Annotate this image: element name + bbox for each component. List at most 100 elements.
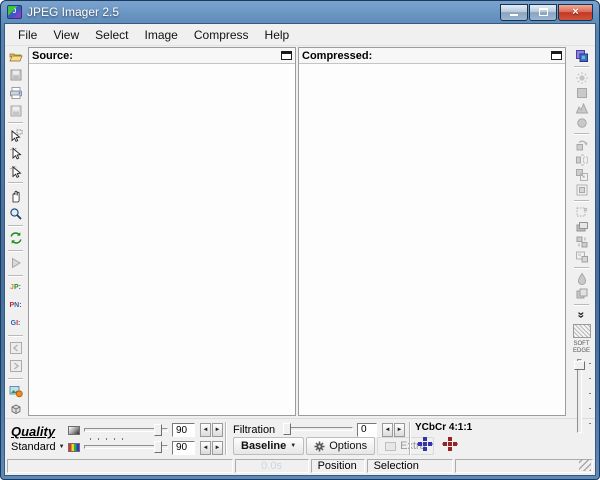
apply-arrow-icon xyxy=(9,256,23,270)
soft-edge-label: SOFT EDGE xyxy=(573,341,590,355)
grayscale-quality-row: 90 ◄ ► xyxy=(68,423,223,437)
quality-preset-dropdown[interactable]: Standard ▼ xyxy=(11,441,68,453)
duplicate-button[interactable] xyxy=(573,287,591,301)
luma-subsampling-button[interactable] xyxy=(415,435,435,453)
spin-right-icon[interactable]: ► xyxy=(394,423,405,437)
app-icon: J xyxy=(7,5,22,19)
subsampling-group: YCbCr 4:1:1 xyxy=(413,420,475,457)
fill-square-button[interactable] xyxy=(573,86,591,100)
toolbar-separator xyxy=(8,122,23,124)
open-button[interactable] xyxy=(7,49,25,66)
drop-button[interactable] xyxy=(573,272,591,286)
titlebar[interactable]: J JPEG Imager 2.5 × xyxy=(1,1,599,23)
save-button[interactable] xyxy=(7,67,25,84)
menu-file[interactable]: File xyxy=(10,25,45,45)
dither-pattern-icon[interactable] xyxy=(573,324,591,338)
grayscale-quality-slider[interactable] xyxy=(84,424,168,437)
zoom-button[interactable] xyxy=(7,205,25,222)
menu-help[interactable]: Help xyxy=(257,25,298,45)
spin-left-icon[interactable]: ◄ xyxy=(200,441,211,455)
menu-compress[interactable]: Compress xyxy=(186,25,257,45)
history-forward-button[interactable] xyxy=(7,358,25,375)
filtration-slider-track[interactable] xyxy=(283,427,353,431)
filtration-slider[interactable] xyxy=(283,423,353,436)
compressed-canvas[interactable] xyxy=(299,64,565,415)
chroma-subsampling-button[interactable] xyxy=(440,435,460,453)
spin-right-icon[interactable]: ► xyxy=(212,441,223,455)
scale-button[interactable] xyxy=(573,168,591,182)
spin-right-icon[interactable]: ► xyxy=(212,423,223,437)
color-quality-slider[interactable] xyxy=(84,441,168,454)
extra-icon xyxy=(385,442,396,451)
main-area: JP: PN: GI: xyxy=(5,46,595,418)
minimize-button[interactable] xyxy=(500,4,528,21)
source-maximize-icon[interactable] xyxy=(281,51,292,60)
soft-edge-slider-handle[interactable] xyxy=(574,361,585,370)
grayscale-slider-handle[interactable] xyxy=(154,424,162,436)
close-button[interactable]: × xyxy=(558,4,593,21)
save-copy-button[interactable] xyxy=(7,102,25,119)
window-title: JPEG Imager 2.5 xyxy=(27,5,119,19)
filtration-slider-handle[interactable] xyxy=(283,423,291,435)
gif-format-button[interactable]: GI: xyxy=(7,315,25,332)
menu-image[interactable]: Image xyxy=(137,25,186,45)
compression-bar: Quality Standard ▼ 90 xyxy=(5,418,595,458)
options-button[interactable]: Options xyxy=(306,437,375,455)
layers-button[interactable] xyxy=(573,220,591,234)
select-arrow-button[interactable] xyxy=(7,127,25,144)
flip-button[interactable] xyxy=(573,153,591,167)
crop-button[interactable] xyxy=(573,183,591,197)
baseline-dropdown[interactable]: Baseline ▼ xyxy=(233,437,304,455)
compressed-panel: Compressed: xyxy=(298,47,566,416)
spin-left-icon[interactable]: ◄ xyxy=(200,423,211,437)
pan-hand-button[interactable] xyxy=(7,187,25,204)
layers-icon xyxy=(575,220,589,234)
resize-grip[interactable] xyxy=(579,459,591,471)
resize-canvas-button[interactable] xyxy=(573,49,591,63)
maximize-button[interactable] xyxy=(529,4,557,21)
plugins-button[interactable] xyxy=(7,400,25,417)
history-back-button[interactable] xyxy=(7,340,25,357)
soft-edge-slider-track[interactable] xyxy=(577,359,582,433)
chevron-down-icon: ▼ xyxy=(290,443,296,449)
soft-edge-slider[interactable] xyxy=(572,357,592,435)
tiles-button[interactable] xyxy=(573,250,591,264)
source-canvas[interactable] xyxy=(29,64,295,415)
filtration-row: Filtration 0 ◄ ► xyxy=(233,422,405,437)
jpeg-format-icon: JP: xyxy=(10,284,21,291)
expand-more-button[interactable]: » xyxy=(573,309,591,321)
grayscale-quality-value[interactable]: 90 xyxy=(172,423,195,437)
histogram-icon xyxy=(575,101,589,115)
print-button[interactable] xyxy=(7,85,25,102)
selection-modify-button[interactable] xyxy=(573,205,591,219)
status-timer-section: 0.0s xyxy=(235,459,309,473)
compressed-panel-title: Compressed: xyxy=(302,50,372,62)
color-quality-value[interactable]: 90 xyxy=(172,441,195,455)
menu-view[interactable]: View xyxy=(45,25,87,45)
spin-left-icon[interactable]: ◄ xyxy=(382,423,393,437)
panels: Source: Compressed: xyxy=(26,46,568,418)
recompress-button[interactable] xyxy=(7,230,25,247)
select-polygon-button[interactable] xyxy=(7,163,25,180)
brightness-button[interactable] xyxy=(573,71,591,85)
gif-format-icon: GI: xyxy=(11,320,21,327)
jpeg-format-button[interactable]: JP: xyxy=(7,280,25,297)
apply-button[interactable] xyxy=(7,255,25,272)
select-freehand-button[interactable] xyxy=(7,145,25,162)
drop-icon xyxy=(575,272,589,286)
rotate-button[interactable] xyxy=(573,138,591,152)
magnifier-icon xyxy=(9,207,23,221)
batch-button[interactable] xyxy=(7,383,25,400)
maximize-icon xyxy=(539,8,548,16)
color-slider-handle[interactable] xyxy=(154,441,162,453)
menu-select[interactable]: Select xyxy=(87,25,136,45)
quality-heading[interactable]: Quality xyxy=(11,424,68,439)
compressed-maximize-icon[interactable] xyxy=(551,51,562,60)
right-toolbar: » SOFT EDGE xyxy=(568,46,595,418)
swap-button[interactable] xyxy=(573,235,591,249)
ellipse-button[interactable] xyxy=(573,116,591,130)
png-format-button[interactable]: PN: xyxy=(7,297,25,314)
filtration-value[interactable]: 0 xyxy=(357,423,377,437)
quality-labels: Quality Standard ▼ xyxy=(11,423,68,455)
histogram-button[interactable] xyxy=(573,101,591,115)
